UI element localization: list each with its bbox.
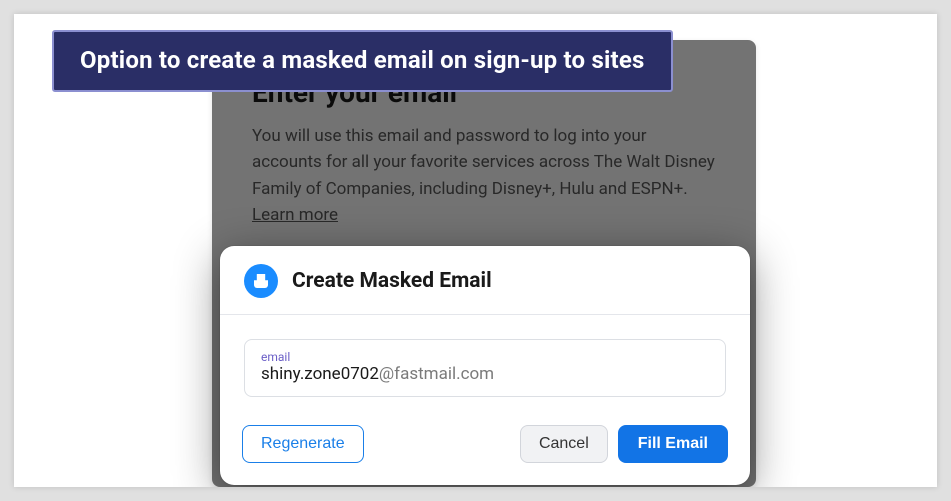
- popup-body: email shiny.zone0702@fastmail.com: [220, 315, 750, 407]
- popup-footer: Regenerate Cancel Fill Email: [220, 407, 750, 485]
- popup-header: Create Masked Email: [220, 246, 750, 315]
- email-domain-part: @fastmail.com: [379, 364, 494, 384]
- email-field[interactable]: email shiny.zone0702@fastmail.com: [244, 339, 726, 397]
- masked-email-popup: Create Masked Email email shiny.zone0702…: [220, 246, 750, 485]
- email-value: shiny.zone0702@fastmail.com: [261, 364, 709, 384]
- email-local-part: shiny.zone0702: [261, 364, 379, 384]
- onepassword-logo-icon: [244, 264, 278, 298]
- figure-frame: Enter your email You will use this email…: [14, 14, 937, 487]
- popup-title: Create Masked Email: [292, 269, 492, 293]
- email-field-label: email: [261, 350, 709, 364]
- regenerate-button[interactable]: Regenerate: [242, 425, 364, 463]
- annotation-caption: Option to create a masked email on sign-…: [52, 30, 673, 92]
- fill-email-button[interactable]: Fill Email: [618, 425, 728, 463]
- cancel-button[interactable]: Cancel: [520, 425, 608, 463]
